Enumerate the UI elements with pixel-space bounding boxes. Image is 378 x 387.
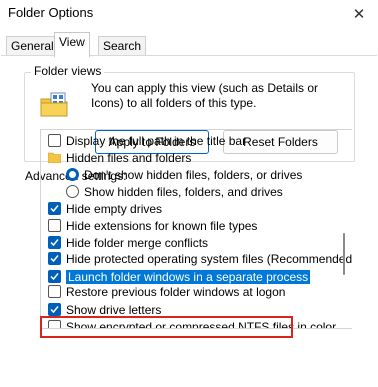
checkbox-icon[interactable]	[48, 134, 61, 147]
title-bar: Folder Options ✕	[0, 0, 378, 28]
scrollbar-thumb[interactable]	[343, 233, 345, 275]
list-item-label: Show hidden files, folders, and drives	[84, 184, 283, 199]
tab-view[interactable]: View	[54, 32, 90, 57]
list-item[interactable]: Show hidden files, folders, and drives	[66, 183, 283, 200]
tab-bar: General View Search	[0, 28, 378, 57]
list-item-label: Don't show hidden files, folders, or dri…	[84, 167, 303, 182]
list-item-label: Restore previous folder windows at logon	[66, 284, 286, 299]
folder-views-icon	[40, 92, 68, 117]
list-item-selected[interactable]: Launch folder windows in a separate proc…	[48, 268, 311, 285]
tab-general[interactable]: General	[6, 36, 59, 56]
list-item-label: Hidden files and folders	[66, 150, 192, 165]
folder-views-label: Folder views	[31, 64, 105, 78]
window-title: Folder Options	[8, 5, 94, 20]
list-item-label: Hide extensions for known file types	[66, 218, 258, 233]
tab-search[interactable]: Search	[98, 36, 147, 56]
folder-icon	[48, 152, 61, 163]
list-item: Hidden files and folders	[48, 149, 191, 166]
advanced-settings-list: Display the full path in the title bar H…	[40, 129, 352, 329]
checkbox-icon[interactable]	[48, 285, 61, 298]
checkbox-checked-icon[interactable]	[48, 270, 61, 283]
list-item-label: Display the full path in the title bar	[66, 133, 247, 148]
close-icon[interactable]: ✕	[340, 0, 378, 28]
checkbox-checked-icon[interactable]	[48, 236, 61, 249]
checkbox-checked-icon[interactable]	[48, 252, 61, 265]
radio-selected-icon[interactable]	[66, 168, 79, 181]
folder-views-description: You can apply this view (such as Details…	[91, 81, 319, 110]
list-item-label: Hide folder merge conflicts	[66, 235, 209, 250]
list-item-label: Hide protected operating system files (R…	[66, 251, 352, 266]
checkbox-checked-icon[interactable]	[48, 202, 61, 215]
list-item-label: Hide empty drives	[66, 201, 163, 216]
list-item[interactable]: Don't show hidden files, folders, or dri…	[66, 166, 302, 183]
list-item[interactable]: Display the full path in the title bar	[48, 132, 246, 149]
radio-icon[interactable]	[66, 185, 79, 198]
list-item[interactable]: Restore previous folder windows at logon	[48, 284, 285, 299]
list-item-label: Show drive letters	[66, 302, 162, 317]
list-item-label: Launch folder windows in a separate proc…	[66, 269, 311, 284]
list-item[interactable]: Hide empty drives	[48, 200, 162, 217]
list-item[interactable]: Hide folder merge conflicts	[48, 234, 208, 251]
list-item[interactable]: Hide protected operating system files (R…	[48, 251, 352, 266]
checkbox-icon[interactable]	[48, 219, 61, 232]
list-item[interactable]: Hide extensions for known file types	[48, 217, 257, 234]
annotation-highlight-box	[40, 316, 293, 338]
checkbox-checked-icon[interactable]	[48, 303, 61, 316]
